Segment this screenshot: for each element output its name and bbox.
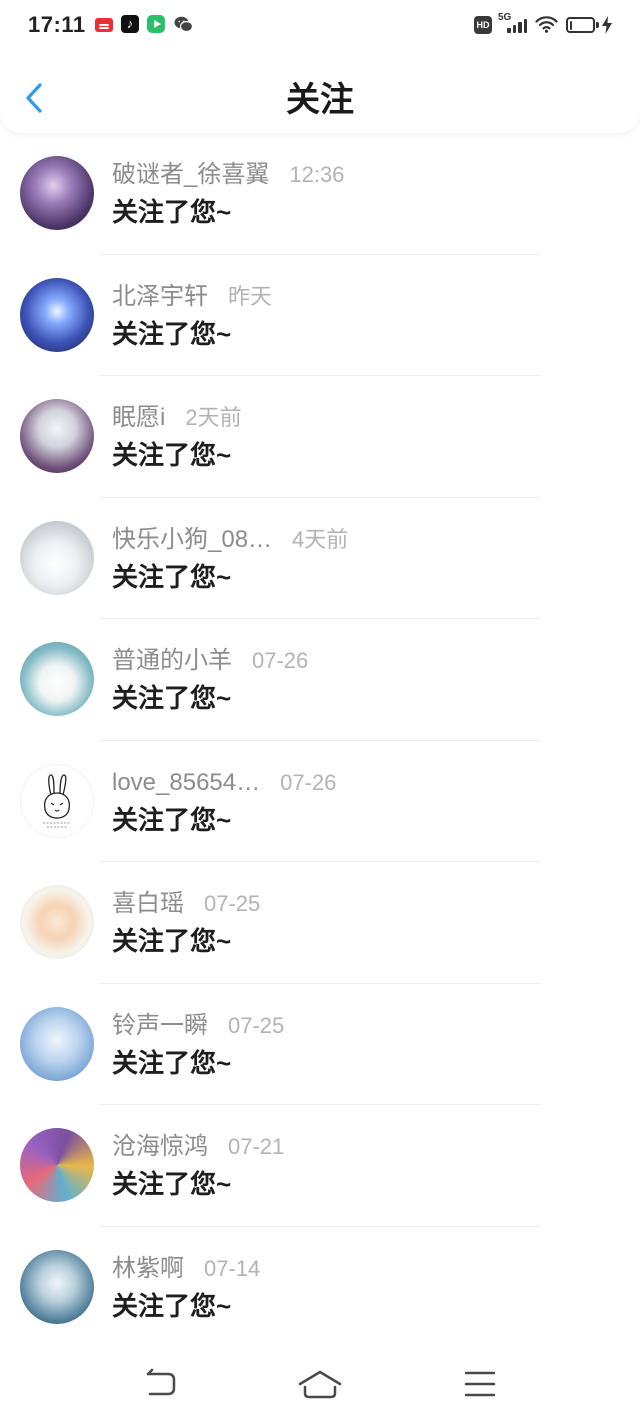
nav-menu-icon[interactable] xyxy=(464,1369,496,1399)
notification-message: 关注了您~ xyxy=(112,318,232,349)
follower-list: 破谜者_徐喜翼 12:36 关注了您~ 北泽宇轩 昨天 关注了您~ 眠愿i 2天… xyxy=(0,133,640,1348)
list-item[interactable]: 喜白瑶 07-25 关注了您~ xyxy=(0,862,640,984)
timestamp: 2天前 xyxy=(185,405,242,430)
avatar[interactable] xyxy=(20,520,94,595)
notification-message: 关注了您~ xyxy=(112,926,232,956)
nav-home-icon[interactable] xyxy=(298,1366,342,1402)
notification-message: 关注了您~ xyxy=(112,683,232,713)
avatar[interactable] xyxy=(20,156,94,230)
user-name[interactable]: 北泽宇轩 xyxy=(112,282,208,312)
timestamp: 昨天 xyxy=(228,283,273,309)
notification-message: 关注了您~ xyxy=(112,1169,232,1199)
notification-message: 关注了您~ xyxy=(112,197,232,227)
user-name[interactable]: 眠愿i xyxy=(112,403,165,433)
notification-message: 关注了您~ xyxy=(112,1047,232,1078)
user-name[interactable]: 破谜者_徐喜翼 xyxy=(112,160,269,190)
name-line: 破谜者_徐喜翼 12:36 xyxy=(112,160,344,190)
timestamp: 07-26 xyxy=(252,648,309,673)
video-app-icon xyxy=(147,15,165,33)
battery-icon xyxy=(566,17,595,33)
name-line: 铃声一瞬 07-25 xyxy=(112,1011,284,1041)
list-item[interactable]: 破谜者_徐喜翼 12:36 关注了您~ xyxy=(0,133,640,255)
avatar[interactable] xyxy=(20,277,94,352)
user-name[interactable]: love_85654… xyxy=(112,768,260,798)
status-time: 17:11 xyxy=(28,12,86,37)
wifi-icon xyxy=(535,16,558,33)
top-bar: 17:11 ♪ HD 5G 关注 xyxy=(0,0,640,133)
list-item[interactable]: 普通的小羊 07-26 关注了您~ xyxy=(0,619,640,741)
name-line: love_85654… 07-26 xyxy=(112,768,336,798)
notification-message: 关注了您~ xyxy=(112,440,232,470)
user-name[interactable]: 铃声一瞬 xyxy=(112,1011,208,1041)
signal-icon xyxy=(507,19,529,33)
wechat-icon xyxy=(174,16,193,33)
avatar[interactable] xyxy=(20,1249,94,1324)
timestamp: 12:36 xyxy=(289,162,345,187)
name-line: 沧海惊鸿 07-21 xyxy=(112,1132,284,1162)
news-app-icon xyxy=(95,18,113,32)
user-name[interactable]: 喜白瑶 xyxy=(112,889,184,919)
list-item[interactable]: 快乐小狗_08… 4天前 关注了您~ xyxy=(0,498,640,619)
list-item[interactable]: 沧海惊鸿 07-21 关注了您~ xyxy=(0,1105,640,1227)
list-item[interactable]: 北泽宇轩 昨天 关注了您~ xyxy=(0,255,640,376)
notification-message: 关注了您~ xyxy=(112,1290,232,1321)
name-line: 快乐小狗_08… 4天前 xyxy=(112,525,348,555)
list-item[interactable]: 眠愿i 2天前 关注了您~ xyxy=(0,376,640,498)
name-line: 眠愿i 2天前 xyxy=(112,403,242,433)
name-line: 北泽宇轩 昨天 xyxy=(112,282,272,312)
battery-fill xyxy=(569,20,572,30)
list-item[interactable]: love_85654… 07-26 关注了您~ xyxy=(0,741,640,862)
name-line: 林紫啊 07-14 xyxy=(112,1254,260,1284)
notification-message: 关注了您~ xyxy=(112,561,232,592)
avatar[interactable] xyxy=(20,399,94,473)
avatar[interactable] xyxy=(20,1128,94,1202)
timestamp: 07-25 xyxy=(228,1012,285,1038)
notification-message: 关注了您~ xyxy=(112,804,232,835)
name-line: 喜白瑶 07-25 xyxy=(112,889,260,919)
battery-nub xyxy=(596,22,599,28)
nav-back-icon[interactable] xyxy=(140,1366,180,1402)
list-item[interactable]: 铃声一瞬 07-25 关注了您~ xyxy=(0,984,640,1105)
avatar[interactable] xyxy=(20,1006,94,1081)
timestamp: 07-14 xyxy=(204,1255,261,1281)
hd-icon: HD xyxy=(474,16,492,34)
user-name[interactable]: 林紫啊 xyxy=(112,1254,184,1284)
timestamp: 4天前 xyxy=(292,526,349,552)
list-item[interactable]: 林紫啊 07-14 关注了您~ xyxy=(0,1227,640,1349)
timestamp: 07-26 xyxy=(280,769,337,795)
name-line: 普通的小羊 07-26 xyxy=(112,646,308,676)
user-name[interactable]: 快乐小狗_08… xyxy=(112,525,272,555)
rabbit-drawing xyxy=(43,773,71,827)
tiktok-icon: ♪ xyxy=(121,15,139,33)
avatar[interactable] xyxy=(20,763,94,838)
page-title: 关注 xyxy=(286,81,354,119)
avatar[interactable] xyxy=(20,885,94,959)
avatar[interactable] xyxy=(20,642,94,716)
timestamp: 07-25 xyxy=(204,891,261,916)
charging-icon xyxy=(602,16,612,34)
timestamp: 07-21 xyxy=(228,1134,285,1159)
user-name[interactable]: 普通的小羊 xyxy=(112,646,232,676)
user-name[interactable]: 沧海惊鸿 xyxy=(112,1132,208,1162)
